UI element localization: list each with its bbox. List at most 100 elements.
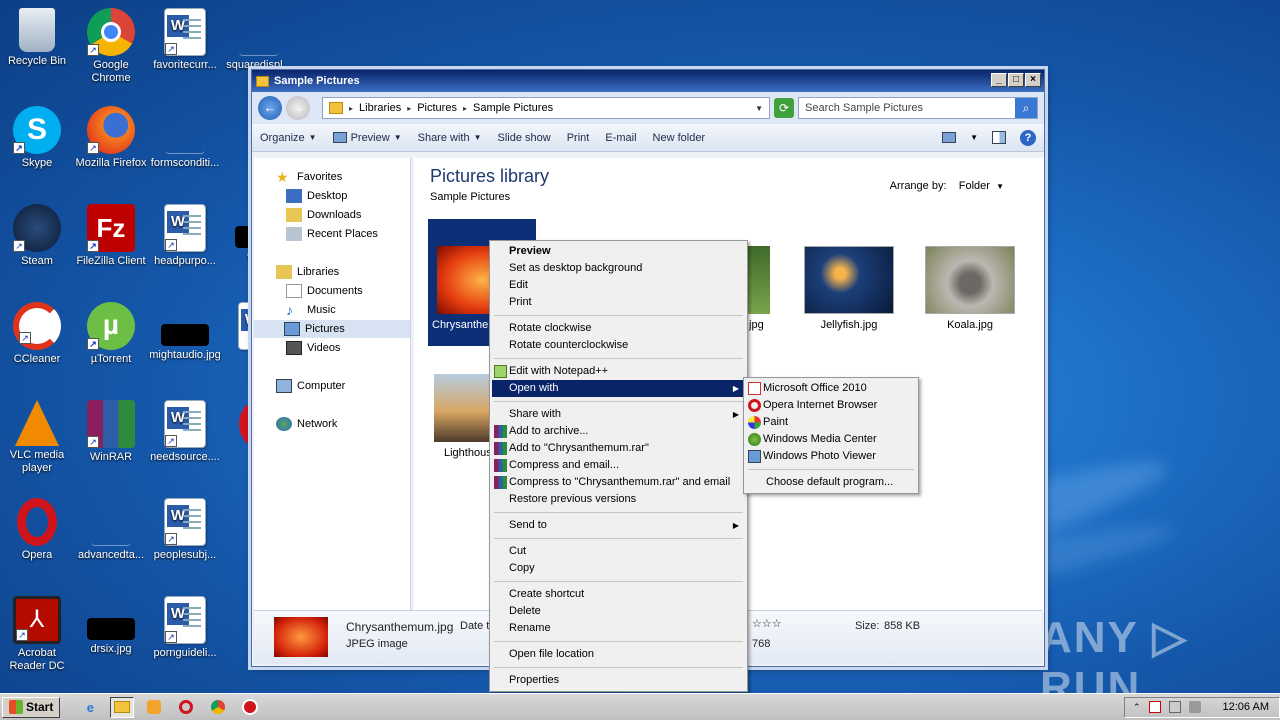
desktop-icon-chrome[interactable]: ↗ Google Chrome	[74, 8, 148, 85]
menu-preview[interactable]: Preview	[492, 243, 745, 260]
thumbnail-jellyfish[interactable]: Jellyfish.jpg	[795, 246, 903, 331]
menu-add-to-rar[interactable]: Add to "Chrysanthemum.rar"	[492, 440, 745, 457]
breadcrumb-libraries[interactable]: Libraries	[359, 102, 401, 114]
menu-rotate-counterclockwise[interactable]: Rotate counterclockwise	[492, 337, 745, 354]
menu-open-with[interactable]: Open with ▶	[492, 380, 745, 397]
taskbar-chrome[interactable]	[206, 697, 230, 718]
nav-desktop[interactable]: Desktop	[284, 187, 419, 205]
action-center-icon[interactable]	[1148, 701, 1161, 713]
desktop-icon-steam[interactable]: ↗ Steam	[0, 204, 74, 268]
rating-stars[interactable]: ☆☆☆	[752, 617, 782, 630]
desktop-icon-skype[interactable]: S ↗ Skype	[0, 106, 74, 170]
print-button[interactable]: Print	[567, 132, 590, 144]
menu-restore-previous-versions[interactable]: Restore previous versions	[492, 491, 745, 508]
taskbar-explorer[interactable]	[110, 696, 135, 718]
menu-delete[interactable]: Delete	[492, 603, 745, 620]
desktop-icon-ccleaner[interactable]: ↗ CCleaner	[0, 302, 74, 366]
desktop-icon-recycle-bin[interactable]: Recycle Bin	[0, 8, 74, 68]
nav-libraries[interactable]: Libraries	[274, 263, 409, 281]
new-folder-button[interactable]: New folder	[653, 132, 706, 144]
desktop-icon-mightaudio[interactable]: mightaudio.jpg	[148, 302, 222, 362]
nav-pictures[interactable]: Pictures	[254, 320, 410, 338]
breadcrumb-pictures[interactable]: Pictures	[417, 102, 457, 114]
taskbar-media-app[interactable]	[238, 697, 262, 718]
email-button[interactable]: E-mail	[605, 132, 636, 144]
menu-properties[interactable]: Properties	[492, 672, 745, 689]
menu-add-to-archive[interactable]: Add to archive...	[492, 423, 745, 440]
menu-rename[interactable]: Rename	[492, 620, 745, 637]
nav-downloads[interactable]: Downloads	[284, 206, 419, 224]
menu-share-with[interactable]: Share with ▶	[492, 406, 745, 423]
menu-print[interactable]: Print	[492, 294, 745, 311]
menu-compress-and-email[interactable]: Compress and email...	[492, 457, 745, 474]
menu-send-to[interactable]: Send to ▶	[492, 517, 745, 534]
desktop-icon-drsix[interactable]: drsix.jpg	[74, 596, 148, 656]
taskbar-opera[interactable]	[174, 697, 198, 718]
change-view-icon[interactable]	[942, 132, 957, 143]
desktop-icon-needsource[interactable]: W ↗ needsource....	[148, 400, 222, 464]
help-icon[interactable]: ?	[1020, 129, 1036, 146]
nav-computer[interactable]: Computer	[274, 377, 409, 395]
submenu-microsoft-office[interactable]: Microsoft Office 2010	[746, 380, 916, 397]
desktop-icon-headpurpo[interactable]: W ↗ headpurpo...	[148, 204, 222, 268]
menu-create-shortcut[interactable]: Create shortcut	[492, 586, 745, 603]
desktop-icon-peoplesubj[interactable]: W ↗ peoplesubj...	[148, 498, 222, 562]
taskbar-media-player[interactable]	[142, 697, 166, 718]
start-button[interactable]: Start	[2, 696, 61, 718]
menu-open-file-location[interactable]: Open file location	[492, 646, 745, 663]
clock[interactable]: 12:06 AM	[1223, 701, 1269, 713]
show-hidden-icons-icon[interactable]: ⌃	[1133, 702, 1141, 713]
preview-button[interactable]: Preview ▼	[332, 132, 402, 144]
back-button[interactable]: ←	[258, 96, 282, 120]
desktop-icon-firefox[interactable]: ↗ Mozilla Firefox	[74, 106, 148, 170]
desktop-icon-filezilla[interactable]: Fz ↗ FileZilla Client	[74, 204, 148, 268]
menu-rotate-clockwise[interactable]: Rotate clockwise	[492, 320, 745, 337]
nav-favorites[interactable]: ★ Favorites	[274, 168, 409, 186]
search-input[interactable]: Search Sample Pictures ⌕	[798, 97, 1038, 119]
desktop-icon-utorrent[interactable]: µ ↗ µTorrent	[74, 302, 148, 366]
title-bar[interactable]: Sample Pictures _ □ ×	[252, 70, 1044, 92]
submenu-paint[interactable]: Paint	[746, 414, 916, 431]
network-icon[interactable]	[1168, 701, 1181, 713]
slide-show-button[interactable]: Slide show	[498, 132, 551, 144]
menu-set-desktop-background[interactable]: Set as desktop background	[492, 260, 745, 277]
menu-cut[interactable]: Cut	[492, 543, 745, 560]
desktop-icon-vlc[interactable]: VLC media player	[0, 400, 74, 475]
desktop-icon-winrar[interactable]: ↗ WinRAR	[74, 400, 148, 464]
desktop-icon-favoritecurr[interactable]: W ↗ favoritecurr...	[148, 8, 222, 72]
submenu-opera[interactable]: Opera Internet Browser	[746, 397, 916, 414]
taskbar-ie[interactable]: e	[78, 697, 102, 718]
maximize-button[interactable]: □	[1008, 73, 1024, 87]
share-with-button[interactable]: Share with ▼	[418, 132, 482, 144]
submenu-windows-photo-viewer[interactable]: Windows Photo Viewer	[746, 448, 916, 465]
menu-edit[interactable]: Edit	[492, 277, 745, 294]
breadcrumb[interactable]: ▸ Libraries ▸ Pictures ▸ Sample Pictures…	[322, 97, 770, 119]
menu-copy[interactable]: Copy	[492, 560, 745, 577]
desktop-icon-opera[interactable]: Opera	[0, 498, 74, 562]
nav-music[interactable]: ♪ Music	[284, 301, 419, 319]
nav-videos[interactable]: Videos	[284, 339, 419, 357]
thumbnail-koala[interactable]: Koala.jpg	[916, 246, 1024, 331]
desktop-icon-acrobat[interactable]: ⅄ ↗ Acrobat Reader DC	[0, 596, 74, 673]
view-dropdown-icon[interactable]: ▼	[970, 133, 978, 142]
desktop-icon-advancedta[interactable]: advancedta...	[74, 498, 148, 562]
menu-compress-to-rar-and-email[interactable]: Compress to "Chrysanthemum.rar" and emai…	[492, 474, 745, 491]
breadcrumb-sample-pictures[interactable]: Sample Pictures	[473, 102, 553, 114]
nav-network[interactable]: Network	[274, 415, 409, 433]
preview-pane-icon[interactable]	[992, 131, 1006, 144]
nav-documents[interactable]: Documents	[284, 282, 419, 300]
close-button[interactable]: ×	[1025, 73, 1041, 87]
refresh-button[interactable]: ⟳	[774, 98, 794, 118]
menu-edit-with-notepadpp[interactable]: Edit with Notepad++	[492, 363, 745, 380]
submenu-windows-media-center[interactable]: Windows Media Center	[746, 431, 916, 448]
submenu-choose-default-program[interactable]: Choose default program...	[746, 474, 916, 491]
nav-recent-places[interactable]: Recent Places	[284, 225, 419, 243]
organize-button[interactable]: Organize ▼	[260, 132, 317, 144]
desktop-icon-formsconditi[interactable]: formsconditi...	[148, 106, 222, 170]
desktop-icon-pornguideli[interactable]: W ↗ pornguideli...	[148, 596, 222, 660]
volume-icon[interactable]	[1188, 701, 1201, 713]
search-icon[interactable]: ⌕	[1015, 98, 1037, 118]
arrange-by[interactable]: Arrange by: Folder ▼	[890, 180, 1004, 192]
forward-button[interactable]: →	[286, 96, 310, 120]
desktop-icon-squaredispl[interactable]: squaredispl...	[222, 8, 296, 72]
